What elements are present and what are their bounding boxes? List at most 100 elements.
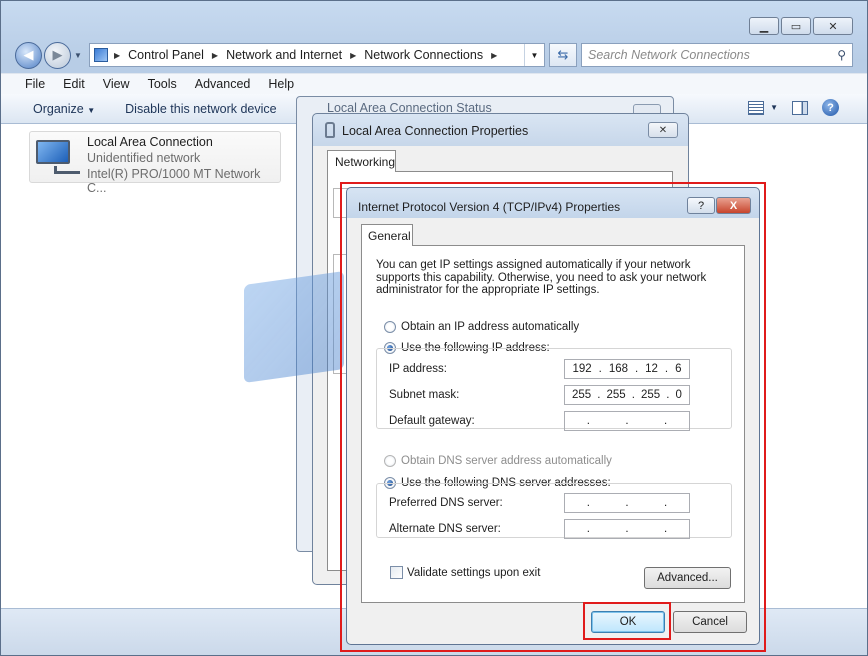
view-options-dropdown-icon[interactable]: ▼ [770, 103, 778, 112]
properties-close-button[interactable]: ✕ [648, 122, 678, 138]
advanced-button[interactable]: Advanced... [644, 567, 731, 589]
forward-button[interactable]: ▶ [44, 41, 71, 69]
octet-dot: . [631, 389, 635, 401]
help-button[interactable]: ? [687, 197, 715, 214]
octet-dot: . [625, 415, 629, 427]
tab-networking[interactable]: Networking [327, 150, 396, 172]
breadcrumb-control-panel[interactable]: Control Panel [128, 48, 204, 62]
tcpip-dialog-title: Internet Protocol Version 4 (TCP/IPv4) P… [358, 200, 621, 214]
octet-dot: . [634, 363, 639, 375]
connection-item[interactable]: Local Area Connection Unidentified netwo… [29, 131, 281, 195]
menu-bar: File Edit View Tools Advanced Help [1, 73, 867, 94]
octet-dot: . [666, 389, 670, 401]
radio-label: Obtain DNS server address automatically [401, 455, 612, 467]
preview-pane-icon[interactable] [792, 100, 808, 115]
cancel-button[interactable]: Cancel [673, 611, 747, 633]
dns-group-box: Preferred DNS server: ... Alternate DNS … [376, 483, 732, 539]
search-input[interactable]: Search Network Connections ⚲ [581, 43, 853, 67]
menu-edit[interactable]: Edit [63, 77, 85, 91]
alternate-dns-label: Alternate DNS server: [389, 523, 501, 535]
breadcrumb-network-and-internet[interactable]: Network and Internet [226, 48, 342, 62]
view-controls: ▼ ? [748, 99, 839, 116]
window-caption-buttons: ▁ ▭ ✕ [747, 17, 853, 35]
back-button[interactable]: ◀ [15, 41, 42, 69]
disable-device-button[interactable]: Disable this network device [125, 102, 276, 116]
alternate-dns-field[interactable]: ... [564, 519, 690, 539]
radio-obtain-dns-auto[interactable]: Obtain DNS server address automatically [384, 455, 612, 467]
breadcrumb-separator-icon[interactable]: ▶ [114, 51, 120, 60]
preferred-dns-label: Preferred DNS server: [389, 497, 503, 509]
address-bar[interactable]: ▶ Control Panel ▶ Network and Internet ▶… [89, 43, 545, 67]
octet-dot: . [625, 523, 629, 535]
tcpip-properties-dialog: Internet Protocol Version 4 (TCP/IPv4) P… [346, 187, 760, 645]
octet-dot: . [664, 415, 668, 427]
search-icon[interactable]: ⚲ [837, 48, 846, 62]
radio-icon[interactable] [384, 321, 396, 333]
ip-octet: 6 [675, 363, 682, 375]
octet-dot: . [586, 415, 590, 427]
connection-device: Intel(R) PRO/1000 MT Network C... [87, 167, 261, 195]
mask-octet: 255 [606, 389, 626, 401]
network-adapter-icon [34, 138, 82, 178]
octet-dot: . [586, 523, 590, 535]
octet-dot: . [625, 497, 629, 509]
tab-general[interactable]: General [361, 224, 413, 246]
mask-octet: 255 [640, 389, 661, 401]
octet-dot: . [597, 389, 601, 401]
octet-dot: . [664, 523, 668, 535]
refresh-button[interactable]: ⇆ [549, 43, 577, 67]
validate-settings-checkbox[interactable]: Validate settings upon exit [390, 566, 540, 579]
breadcrumb-network-connections[interactable]: Network Connections [364, 48, 483, 62]
default-gateway-label: Default gateway: [389, 415, 475, 427]
navigation-bar: ◀ ▶ ▼ ▶ Control Panel ▶ Network and Inte… [15, 41, 853, 69]
octet-dot: . [664, 497, 668, 509]
properties-dialog-title: Local Area Connection Properties [342, 124, 529, 138]
address-dropdown-icon[interactable]: ▼ [524, 44, 544, 66]
checkbox-label: Validate settings upon exit [407, 566, 541, 579]
search-placeholder: Search Network Connections [588, 48, 750, 62]
checkbox-icon[interactable] [390, 566, 403, 579]
menu-tools[interactable]: Tools [148, 77, 177, 91]
close-button[interactable]: ✕ [813, 17, 853, 35]
maximize-button[interactable]: ▭ [781, 17, 811, 35]
ip-octet: 192 [572, 363, 592, 375]
default-gateway-field[interactable]: ... [564, 411, 690, 431]
help-icon[interactable]: ? [822, 99, 839, 116]
ip-group-box: IP address: 192. 168. 12. 6 Subnet mask:… [376, 348, 732, 431]
mask-octet: 255 [572, 389, 592, 401]
connection-status: Unidentified network [87, 151, 201, 165]
menu-file[interactable]: File [25, 77, 45, 91]
breadcrumb-separator-icon[interactable]: ▶ [212, 51, 218, 60]
octet-dot: . [598, 363, 602, 375]
breadcrumb-separator-icon[interactable]: ▶ [491, 51, 497, 60]
connection-name: Local Area Connection [87, 135, 213, 149]
subnet-mask-label: Subnet mask: [389, 389, 460, 401]
ok-button[interactable]: OK [591, 611, 665, 633]
organize-label: Organize [33, 101, 84, 116]
radio-icon[interactable] [384, 455, 396, 467]
radio-obtain-ip-auto[interactable]: Obtain an IP address automatically [384, 321, 579, 333]
radio-label: Obtain an IP address automatically [401, 321, 580, 333]
menu-view[interactable]: View [103, 77, 130, 91]
ip-address-field[interactable]: 192. 168. 12. 6 [564, 359, 690, 379]
control-panel-icon [94, 48, 108, 62]
ip-octet: 168 [608, 363, 628, 375]
recent-pages-dropdown[interactable]: ▼ [74, 51, 84, 60]
chevron-down-icon: ▼ [87, 105, 96, 115]
organize-button[interactable]: Organize ▼ [33, 102, 95, 116]
breadcrumb-separator-icon[interactable]: ▶ [350, 51, 356, 60]
change-view-icon[interactable] [748, 100, 765, 115]
preferred-dns-field[interactable]: ... [564, 493, 690, 513]
octet-dot: . [664, 363, 669, 375]
minimize-button[interactable]: ▁ [749, 17, 779, 35]
subnet-mask-field[interactable]: 255. 255. 255. 0 [564, 385, 690, 405]
ip-address-label: IP address: [389, 363, 447, 375]
general-panel: You can get IP settings assigned automat… [361, 245, 745, 603]
menu-help[interactable]: Help [268, 77, 294, 91]
network-plug-icon [325, 122, 335, 138]
octet-dot: . [586, 497, 590, 509]
ip-octet: 12 [645, 363, 658, 375]
description-text: You can get IP settings assigned automat… [376, 259, 707, 296]
menu-advanced[interactable]: Advanced [195, 77, 251, 91]
close-button[interactable]: X [716, 197, 751, 214]
